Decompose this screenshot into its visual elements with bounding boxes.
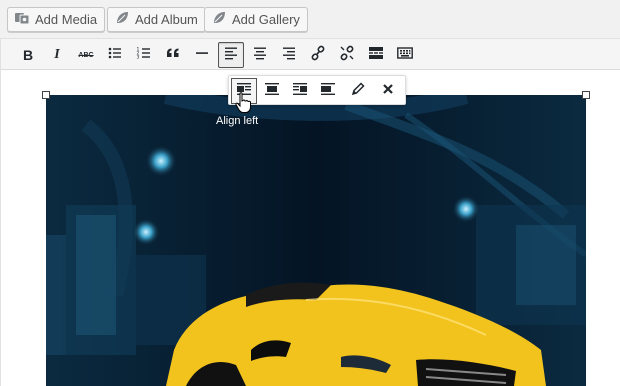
add-media-button[interactable]: Add Media bbox=[7, 7, 106, 32]
image-remove-button[interactable] bbox=[375, 78, 401, 104]
bulleted-list-button[interactable] bbox=[102, 42, 128, 68]
image-edit-button[interactable] bbox=[345, 78, 371, 104]
image-no-alignment-icon bbox=[320, 81, 336, 102]
numbered-list-icon: 123 bbox=[136, 45, 152, 66]
read-more-button[interactable] bbox=[363, 42, 389, 68]
bulleted-list-icon bbox=[107, 45, 123, 66]
read-more-icon bbox=[368, 45, 384, 66]
numbered-list-button[interactable]: 123 bbox=[131, 42, 157, 68]
align-right-icon bbox=[281, 45, 297, 66]
image-no-alignment-button[interactable] bbox=[315, 78, 341, 104]
add-gallery-label: Add Gallery bbox=[232, 12, 300, 27]
svg-text:3: 3 bbox=[137, 54, 140, 60]
keyboard-icon bbox=[397, 45, 413, 66]
add-gallery-button[interactable]: Add Gallery bbox=[204, 7, 308, 32]
blockquote-icon bbox=[165, 45, 181, 66]
blockquote-button[interactable] bbox=[160, 42, 186, 68]
image-align-center-icon bbox=[264, 81, 280, 102]
remove-link-button[interactable] bbox=[334, 42, 360, 68]
strikethrough-button[interactable]: ABC bbox=[73, 42, 99, 68]
align-center-button[interactable] bbox=[247, 42, 273, 68]
close-icon bbox=[380, 81, 396, 102]
align-left-tooltip: Align left bbox=[216, 115, 259, 127]
image-toolbar bbox=[228, 75, 406, 105]
media-icon bbox=[14, 10, 30, 29]
align-right-button[interactable] bbox=[276, 42, 302, 68]
leaf-icon bbox=[211, 10, 227, 29]
add-album-button[interactable]: Add Album bbox=[107, 7, 206, 32]
image-align-right-button[interactable] bbox=[287, 78, 313, 104]
horizontal-line-button[interactable] bbox=[189, 42, 215, 68]
media-buttons-row: Add Media Add Album Add Gallery bbox=[0, 0, 620, 38]
add-album-label: Add Album bbox=[135, 12, 198, 27]
editor-image[interactable] bbox=[46, 95, 586, 386]
resize-handle-top-left[interactable] bbox=[42, 91, 50, 99]
link-icon bbox=[310, 45, 326, 66]
leaf-icon bbox=[114, 10, 130, 29]
image-align-right-icon bbox=[292, 81, 308, 102]
align-center-icon bbox=[252, 45, 268, 66]
italic-icon: I bbox=[54, 47, 60, 62]
align-left-icon bbox=[223, 45, 239, 66]
add-media-label: Add Media bbox=[35, 12, 98, 27]
image-align-center-button[interactable] bbox=[259, 78, 285, 104]
italic-button[interactable]: I bbox=[44, 42, 70, 68]
car-photo bbox=[46, 95, 586, 386]
horizontal-line-icon bbox=[194, 45, 210, 66]
hand-pointer-cursor-icon bbox=[235, 92, 251, 114]
bold-icon: B bbox=[22, 47, 34, 63]
pencil-icon bbox=[350, 81, 366, 102]
unlink-icon bbox=[339, 45, 355, 66]
insert-link-button[interactable] bbox=[305, 42, 331, 68]
resize-handle-top-right[interactable] bbox=[582, 91, 590, 99]
align-left-button[interactable] bbox=[218, 42, 244, 68]
strikethrough-icon: ABC bbox=[78, 51, 94, 59]
toolbar-toggle-button[interactable] bbox=[392, 42, 418, 68]
bold-button[interactable]: B bbox=[15, 42, 41, 68]
formatting-toolbar: B I ABC 123 bbox=[1, 39, 620, 70]
